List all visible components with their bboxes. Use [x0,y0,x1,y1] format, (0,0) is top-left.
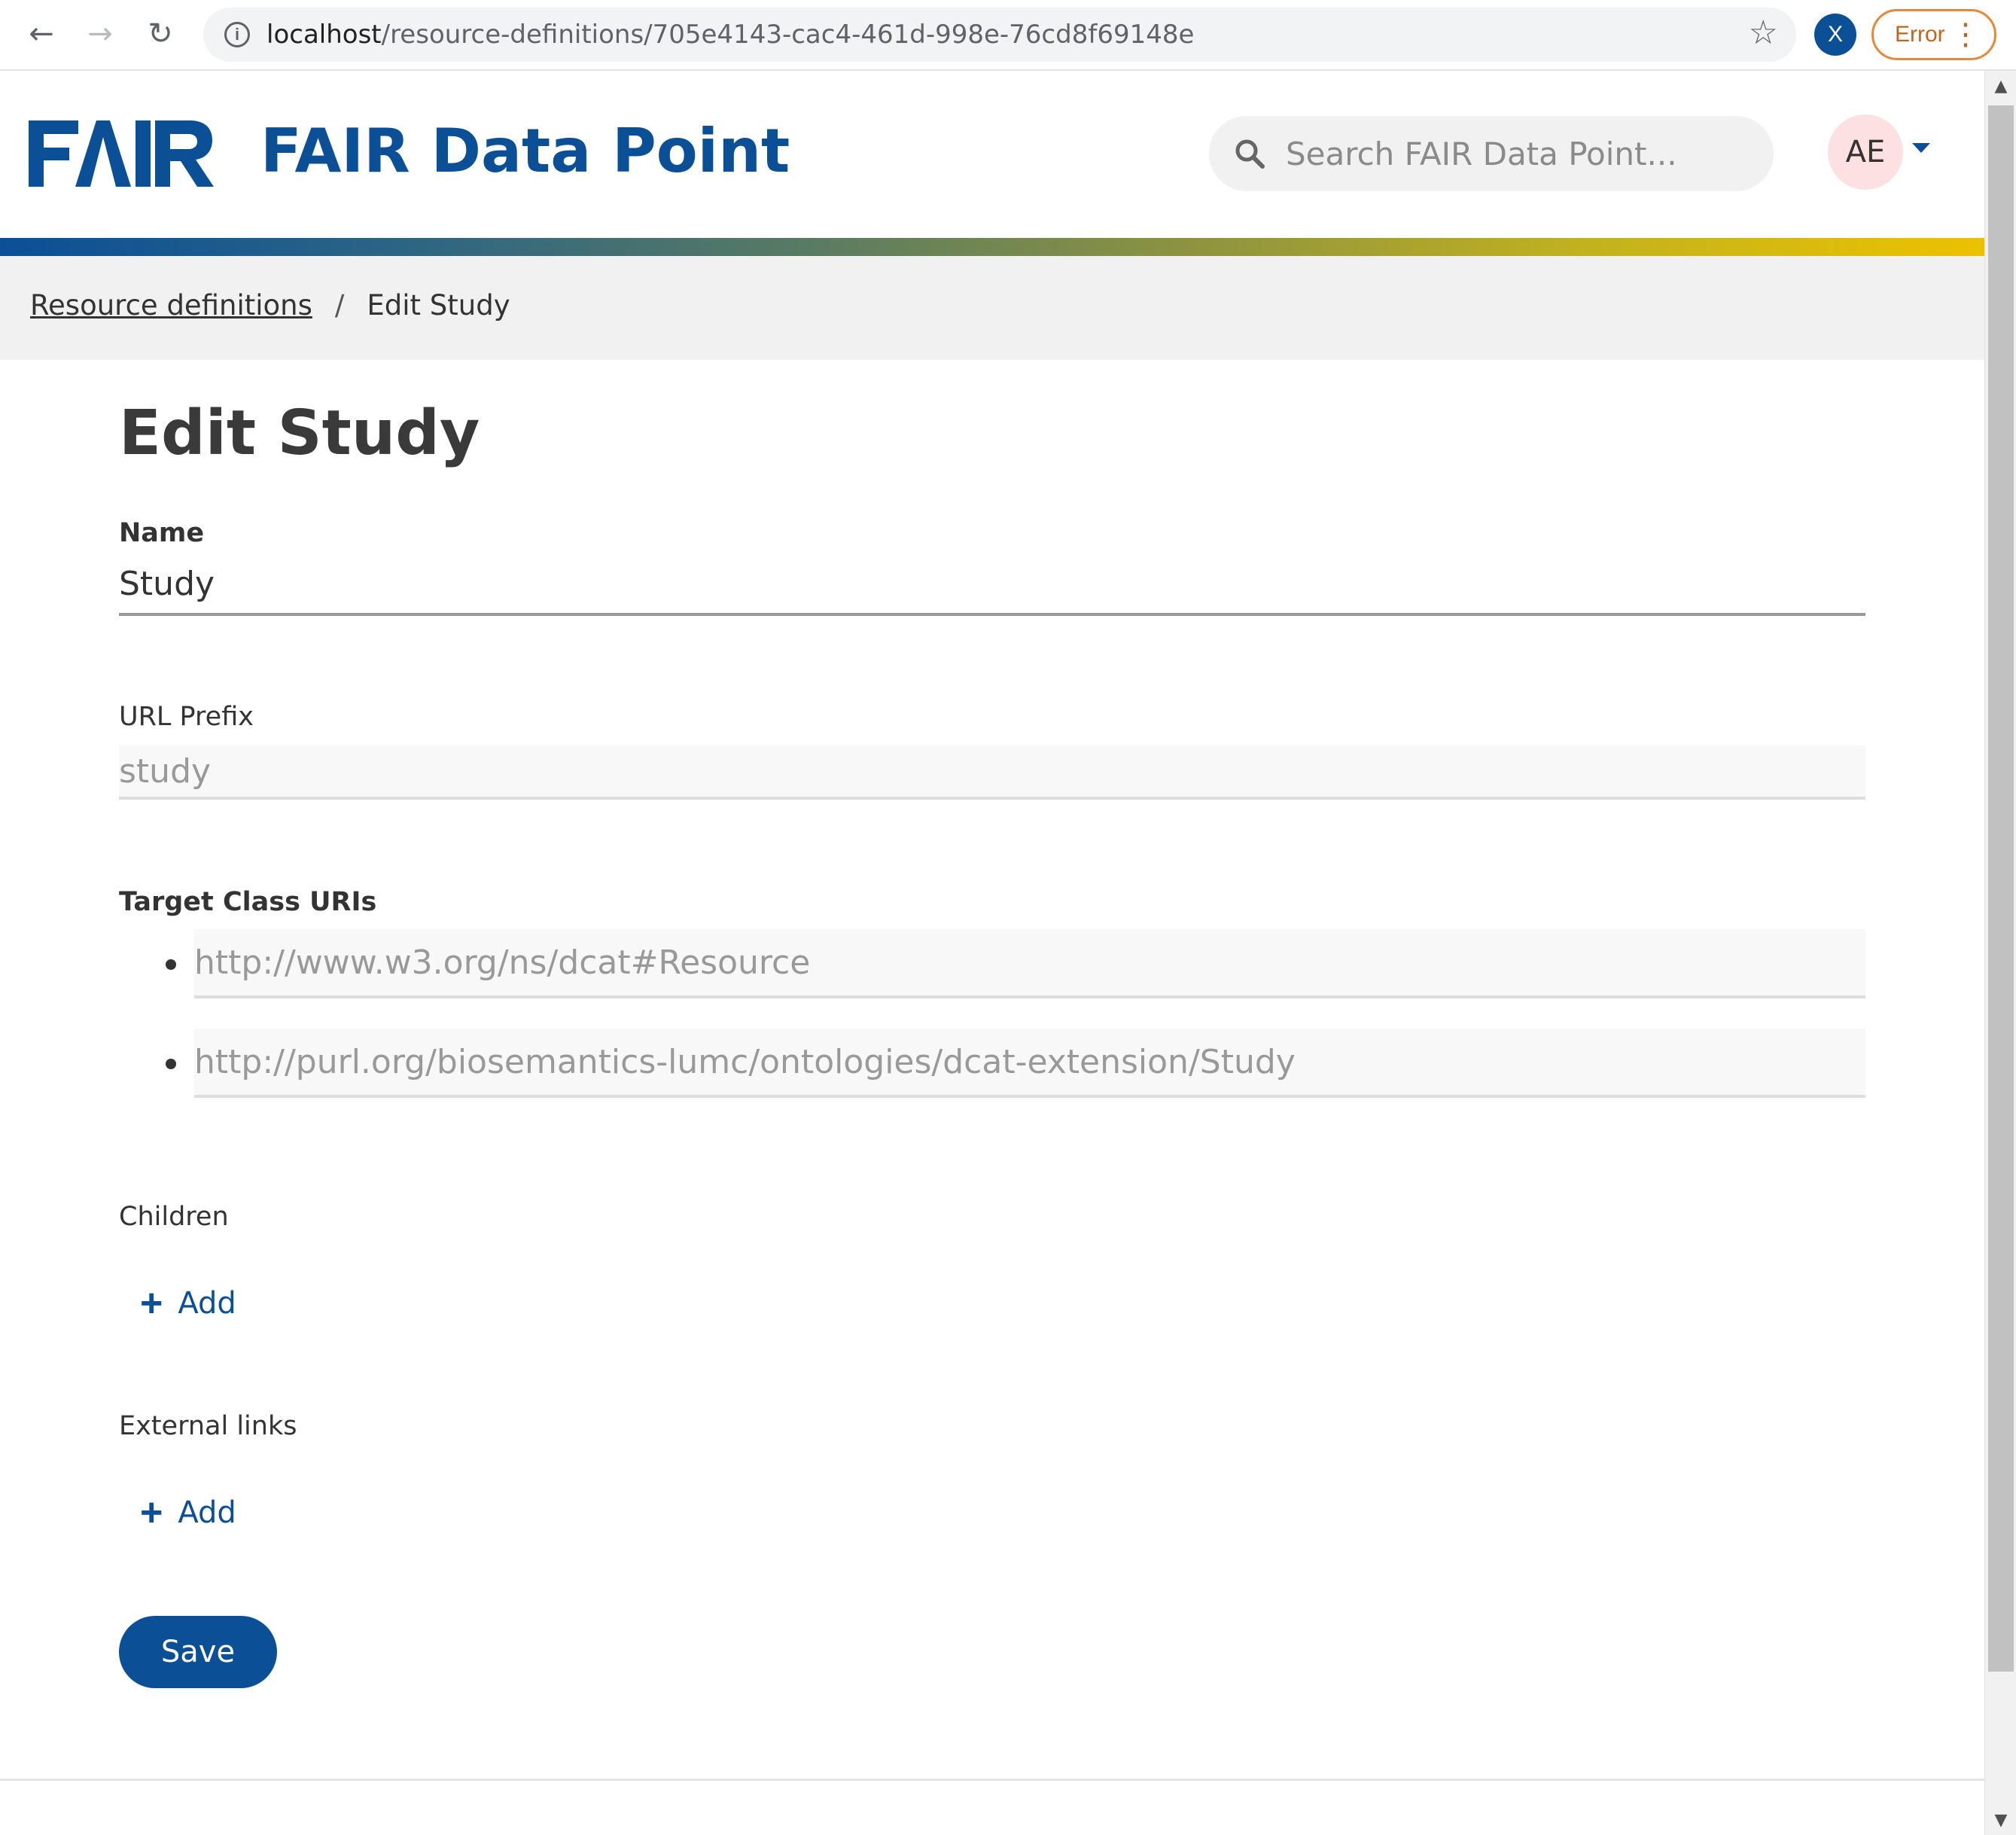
breadcrumb: Resource definitions / Edit Study [30,289,510,322]
plus-icon: + [140,1282,163,1325]
app-header: FAIR Data Point AE [0,71,1984,238]
list-item [119,1029,1865,1098]
reload-icon[interactable]: ↻ [137,11,184,57]
browser-toolbar: ← → ↻ i localhost/resource-definitions/7… [0,0,2016,71]
error-label: Error [1895,22,1945,47]
vertical-scrollbar[interactable]: ▲ ▼ [1984,71,2016,1835]
add-child-button[interactable]: + Add [140,1277,236,1330]
browser-error-button[interactable]: Error ⋮ [1871,9,1996,60]
scroll-down-icon[interactable]: ▼ [1985,1805,2016,1835]
breadcrumb-link-resource-definitions[interactable]: Resource definitions [30,289,312,322]
breadcrumb-current: Edit Study [367,289,510,322]
scroll-thumb[interactable] [1988,105,2014,1672]
back-arrow-icon[interactable]: ← [18,11,65,57]
url-host: localhost [266,20,382,50]
children-label: Children [119,1202,229,1232]
search-icon [1235,139,1265,169]
address-bar[interactable]: i localhost/resource-definitions/705e414… [203,8,1796,62]
search-input[interactable] [1284,116,1751,191]
info-icon[interactable]: i [224,22,250,47]
target-class-uri-input[interactable] [194,929,1865,998]
bookmark-star-icon[interactable]: ☆ [1749,14,1778,52]
chevron-down-icon[interactable] [1912,143,1930,153]
bullet [166,959,176,970]
plus-icon: + [140,1491,163,1535]
app-title[interactable]: FAIR Data Point [260,116,790,186]
bullet [166,1059,176,1069]
name-label: Name [119,518,205,548]
search-box[interactable] [1209,116,1774,191]
add-external-link-label: Add [178,1495,236,1530]
user-avatar[interactable]: AE [1828,114,1903,190]
external-links-label: External links [119,1411,297,1441]
url-prefix-label: URL Prefix [119,702,254,732]
url-prefix-input[interactable] [119,745,1865,800]
scroll-up-icon[interactable]: ▲ [1985,71,2016,101]
breadcrumb-separator: / [334,289,345,322]
browser-profile-avatar[interactable]: X [1814,14,1856,56]
forward-arrow-icon[interactable]: → [77,11,123,57]
page-title: Edit Study [119,398,480,469]
footer-divider [0,1779,1984,1781]
fair-logo[interactable] [29,120,214,190]
breadcrumb-bar: Resource definitions / Edit Study [0,256,1984,360]
name-input[interactable] [119,554,1865,616]
url-path: /resource-definitions/705e4143-cac4-461d… [381,20,1195,50]
kebab-menu-icon: ⋮ [1951,18,1981,51]
list-item [119,929,1865,998]
target-class-uri-input[interactable] [194,1029,1865,1098]
add-child-label: Add [178,1286,236,1321]
header-gradient-divider [0,238,1984,256]
target-class-uris-label: Target Class URIs [119,887,377,917]
add-external-link-button[interactable]: + Add [140,1486,236,1539]
save-button[interactable]: Save [119,1616,277,1688]
url-text[interactable]: localhost/resource-definitions/705e4143-… [266,8,1194,62]
